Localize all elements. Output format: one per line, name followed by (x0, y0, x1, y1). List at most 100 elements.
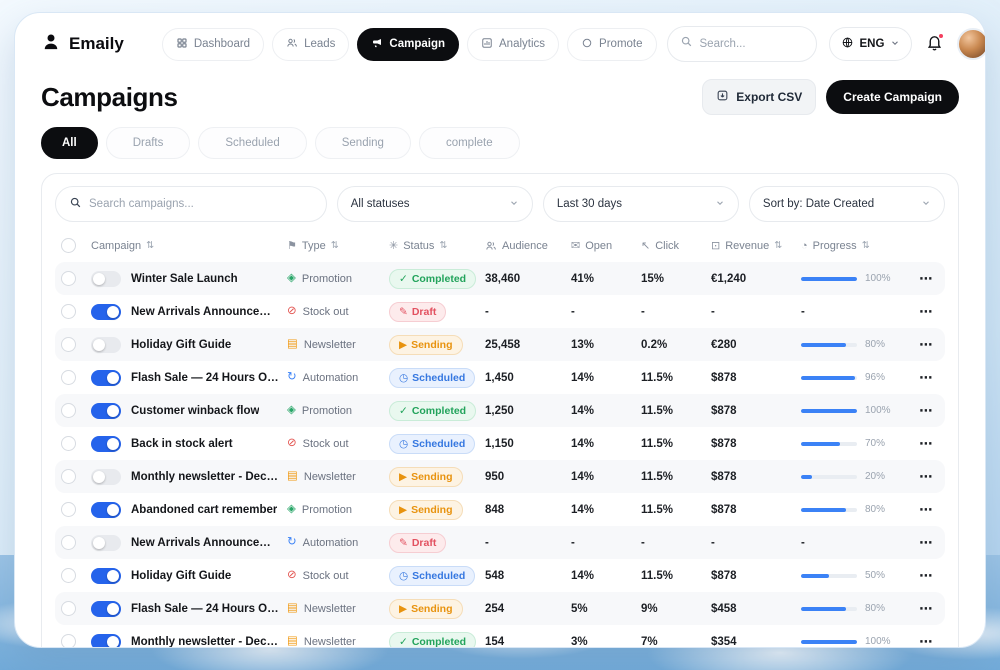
progress-cell: 100% (801, 273, 913, 284)
status-filter-select[interactable]: All statuses (337, 186, 533, 222)
row-menu-button[interactable]: ⋯ (913, 568, 939, 584)
tab-drafts[interactable]: Drafts (106, 127, 191, 159)
revenue-value: $878 (711, 405, 801, 417)
tab-sending[interactable]: Sending (315, 127, 411, 159)
status-label: Completed (412, 636, 466, 648)
table-row[interactable]: Holiday Gift Guide⊘Stock out◷Scheduled54… (55, 559, 945, 592)
select-all-checkbox[interactable] (61, 238, 76, 253)
global-search-input[interactable] (700, 38, 804, 50)
row-checkbox[interactable] (61, 271, 76, 286)
table-row[interactable]: Flash Sale — 24 Hours Only↻Automation◷Sc… (55, 361, 945, 394)
status-icon: ◷ (399, 372, 408, 384)
row-menu-button[interactable]: ⋯ (913, 535, 939, 551)
type-label: Stock out (303, 570, 349, 582)
row-menu-button[interactable]: ⋯ (913, 403, 939, 419)
row-toggle[interactable] (91, 502, 121, 518)
row-menu-button[interactable]: ⋯ (913, 370, 939, 386)
column-header-revenue[interactable]: ⊡ Revenue⇅ (711, 239, 801, 252)
nav-item-dashboard[interactable]: Dashboard (162, 28, 264, 61)
banknote-icon: ⊡ (711, 239, 720, 252)
table-row[interactable]: Winter Sale Launch◈Promotion✓Completed38… (55, 262, 945, 295)
table-row[interactable]: Abandoned cart remember◈Promotion▶Sendin… (55, 493, 945, 526)
row-menu-button[interactable]: ⋯ (913, 469, 939, 485)
row-checkbox[interactable] (61, 502, 76, 517)
date-range-select[interactable]: Last 30 days (543, 186, 739, 222)
status-badge: ✓Completed (389, 401, 476, 421)
row-checkbox[interactable] (61, 370, 76, 385)
row-checkbox[interactable] (61, 535, 76, 550)
export-csv-button[interactable]: Export CSV (702, 79, 816, 115)
column-header-campaign[interactable]: Campaign⇅ (91, 240, 287, 252)
row-menu-button[interactable]: ⋯ (913, 337, 939, 353)
status-icon: ✓ (399, 636, 408, 648)
nav-item-promote[interactable]: Promote (567, 28, 656, 61)
revenue-value: $458 (711, 603, 801, 615)
row-checkbox[interactable] (61, 403, 76, 418)
row-checkbox[interactable] (61, 436, 76, 451)
notifications-button[interactable] (924, 32, 945, 56)
progress-fill (801, 376, 855, 380)
click-rate: 11.5% (641, 405, 711, 417)
campaign-search-input[interactable] (89, 198, 313, 210)
global-search[interactable] (667, 26, 817, 62)
row-toggle[interactable] (91, 634, 121, 649)
row-checkbox[interactable] (61, 601, 76, 616)
table-row[interactable]: Back in stock alert⊘Stock out◷Scheduled1… (55, 427, 945, 460)
table-row[interactable]: Monthly newsletter - Decem…▤Newsletter▶S… (55, 460, 945, 493)
row-toggle[interactable] (91, 469, 121, 485)
row-checkbox[interactable] (61, 337, 76, 352)
row-toggle[interactable] (91, 436, 121, 452)
nav-item-leads[interactable]: Leads (272, 28, 349, 61)
brand-name: Emaily (69, 34, 124, 54)
column-header-progress[interactable]: ◔ Progress⇅ (801, 240, 913, 252)
type-icon: ▤ (287, 603, 298, 615)
tab-all[interactable]: All (41, 127, 98, 159)
table-row[interactable]: Flash Sale — 24 Hours Only▤Newsletter▶Se… (55, 592, 945, 625)
nav-item-analytics[interactable]: Analytics (467, 28, 559, 61)
progress-bar (801, 409, 857, 413)
table-toolbar: All statuses Last 30 days Sort by: Date … (55, 186, 945, 222)
column-header-status[interactable]: ✳ Status⇅ (389, 239, 485, 252)
type-icon: ↻ (287, 372, 297, 384)
progress-label: 100% (865, 405, 891, 416)
row-menu-button[interactable]: ⋯ (913, 502, 939, 518)
row-menu-button[interactable]: ⋯ (913, 601, 939, 617)
row-checkbox[interactable] (61, 304, 76, 319)
table-row[interactable]: New Arrivals Announcement⊘Stock out✎Draf… (55, 295, 945, 328)
row-toggle[interactable] (91, 403, 121, 419)
row-toggle[interactable] (91, 271, 121, 287)
row-toggle[interactable] (91, 370, 121, 386)
column-header-open: ✉ Open (571, 239, 641, 252)
row-checkbox[interactable] (61, 634, 76, 648)
create-campaign-button[interactable]: Create Campaign (826, 80, 959, 114)
row-toggle[interactable] (91, 337, 121, 353)
campaign-search[interactable] (55, 186, 327, 222)
user-avatar[interactable] (957, 28, 986, 60)
row-checkbox[interactable] (61, 568, 76, 583)
cursor-icon: ↖ (641, 239, 650, 252)
table-row[interactable]: Customer winback flow◈Promotion✓Complete… (55, 394, 945, 427)
table-row[interactable]: Holiday Gift Guide▤Newsletter▶Sending25,… (55, 328, 945, 361)
language-selector[interactable]: ENG (829, 27, 913, 61)
toggle-knob (107, 306, 119, 318)
open-rate: - (571, 306, 641, 318)
nav-item-campaign[interactable]: Campaign (357, 28, 459, 61)
row-toggle[interactable] (91, 535, 121, 551)
row-toggle[interactable] (91, 304, 121, 320)
tab-scheduled[interactable]: Scheduled (198, 127, 306, 159)
table-row[interactable]: Monthly newsletter - Decem…▤Newsletter✓C… (55, 625, 945, 648)
revenue-value: $878 (711, 438, 801, 450)
row-menu-button[interactable]: ⋯ (913, 271, 939, 287)
row-menu-button[interactable]: ⋯ (913, 634, 939, 649)
row-menu-button[interactable]: ⋯ (913, 436, 939, 452)
open-rate: 14% (571, 504, 641, 516)
row-toggle[interactable] (91, 568, 121, 584)
row-toggle[interactable] (91, 601, 121, 617)
row-menu-button[interactable]: ⋯ (913, 304, 939, 320)
brand-logo[interactable]: Emaily (41, 32, 124, 57)
table-row[interactable]: New Arrivals Announcement↻Automation✎Dra… (55, 526, 945, 559)
column-header-type[interactable]: ⚑ Type⇅ (287, 239, 389, 252)
row-checkbox[interactable] (61, 469, 76, 484)
tab-complete[interactable]: complete (419, 127, 520, 159)
sort-select[interactable]: Sort by: Date Created (749, 186, 945, 222)
